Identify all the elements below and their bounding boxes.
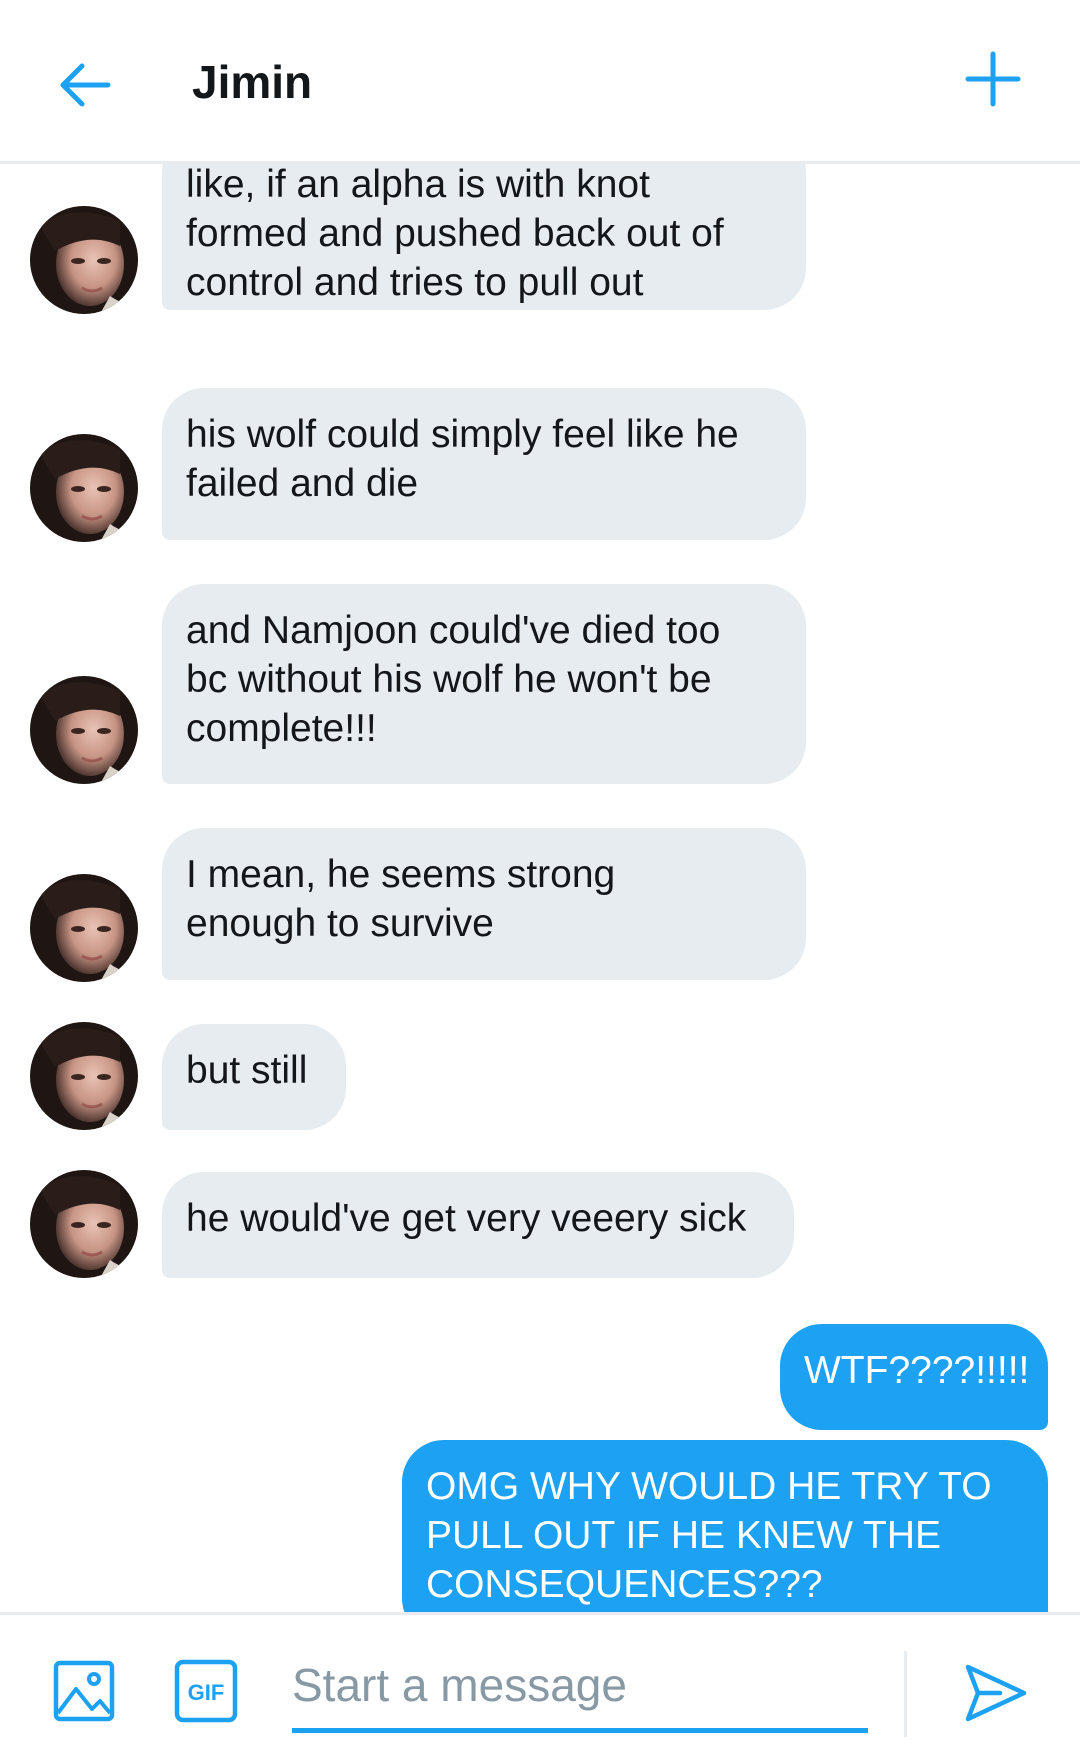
send-button[interactable] [960, 1657, 1032, 1729]
message-row: WTF????!!!!! [0, 1324, 1080, 1430]
avatar[interactable] [30, 434, 138, 542]
message-row: he would've get very veeery sick [0, 1170, 1080, 1278]
gif-label: GIF [188, 1680, 225, 1705]
send-icon [965, 1664, 1027, 1722]
conversation-title[interactable]: Jimin [192, 50, 312, 114]
message-bubble-incoming[interactable]: and Namjoon could've died too bc without… [162, 584, 806, 784]
avatar[interactable] [30, 1170, 138, 1278]
message-list[interactable]: like, if an alpha is with knot formed an… [0, 164, 1080, 1612]
avatar-photo [30, 434, 138, 542]
message-row: and Namjoon could've died too bc without… [0, 584, 1080, 784]
message-bubble-outgoing[interactable]: WTF????!!!!! [780, 1324, 1048, 1430]
message-composer: GIF [0, 1612, 1080, 1760]
back-button[interactable] [50, 50, 120, 120]
avatar-photo [30, 1022, 138, 1130]
composer-divider [904, 1651, 907, 1737]
avatar[interactable] [30, 206, 138, 314]
plus-icon [965, 51, 1021, 107]
conversation-header: Jimin [0, 0, 1080, 164]
message-bubble-incoming[interactable]: he would've get very veeery sick [162, 1172, 794, 1278]
add-button[interactable] [958, 44, 1028, 114]
message-bubble-incoming[interactable]: like, if an alpha is with knot formed an… [162, 164, 806, 310]
image-icon [53, 1660, 115, 1722]
avatar-photo [30, 874, 138, 982]
gif-icon: GIF [174, 1659, 238, 1723]
message-bubble-outgoing[interactable]: OMG WHY WOULD HE TRY TO PULL OUT IF HE K… [402, 1440, 1048, 1612]
avatar[interactable] [30, 676, 138, 784]
avatar-photo [30, 676, 138, 784]
arrow-left-icon [60, 63, 111, 107]
add-gif-button[interactable]: GIF [174, 1659, 238, 1723]
avatar-photo [30, 206, 138, 314]
message-row: OMG WHY WOULD HE TRY TO PULL OUT IF HE K… [0, 1440, 1080, 1612]
dm-conversation-screen: Jimin like, if an alpha is with knot for… [0, 0, 1080, 1760]
message-bubble-incoming[interactable]: his wolf could simply feel like he faile… [162, 388, 806, 540]
add-photo-button[interactable] [52, 1659, 116, 1723]
message-input-wrapper [292, 1645, 868, 1733]
avatar[interactable] [30, 1022, 138, 1130]
avatar-photo [30, 1170, 138, 1278]
message-row: his wolf could simply feel like he faile… [0, 388, 1080, 542]
message-input[interactable] [292, 1645, 868, 1725]
message-row: like, if an alpha is with knot formed an… [0, 164, 1080, 314]
message-bubble-incoming[interactable]: I mean, he seems strong enough to surviv… [162, 828, 806, 980]
message-row: but still [0, 1022, 1080, 1130]
message-row: I mean, he seems strong enough to surviv… [0, 828, 1080, 982]
avatar[interactable] [30, 874, 138, 982]
message-bubble-incoming[interactable]: but still [162, 1024, 346, 1130]
